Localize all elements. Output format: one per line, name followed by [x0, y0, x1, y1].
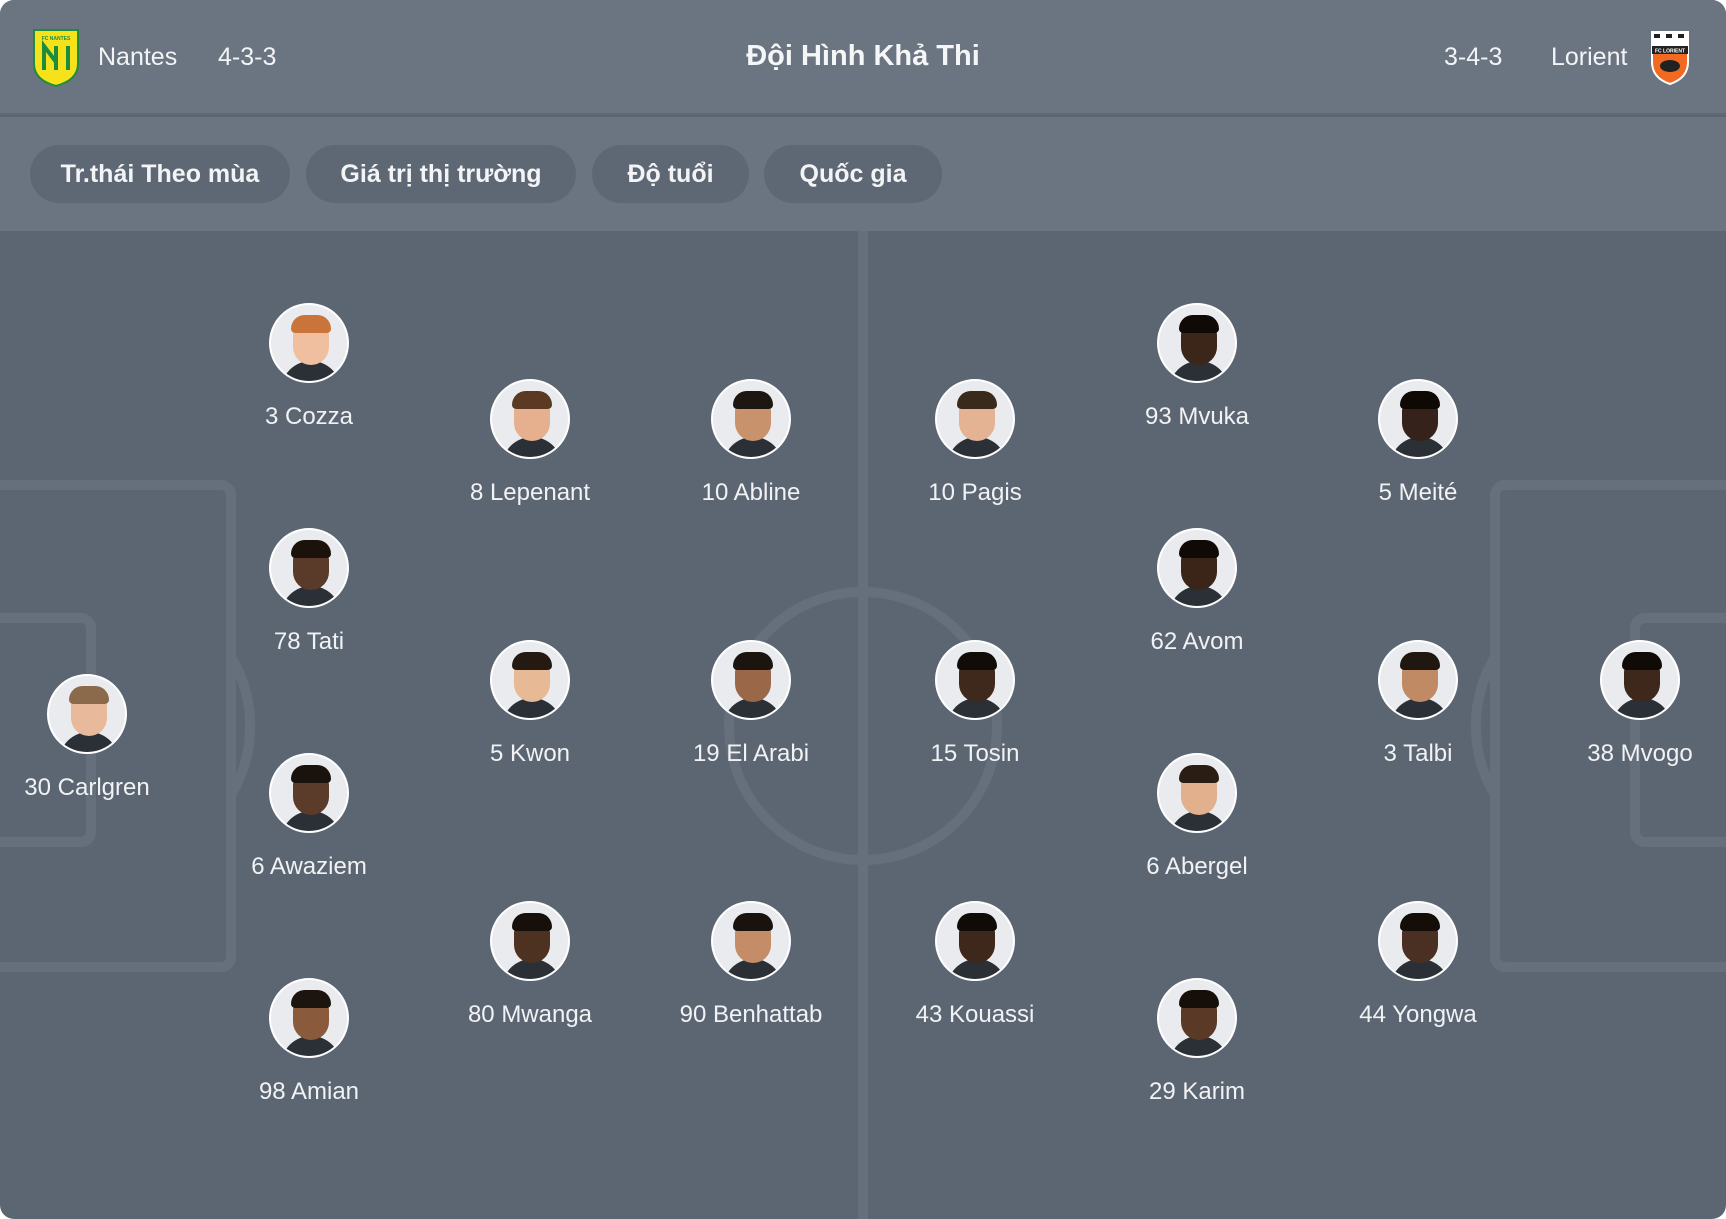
- player-11[interactable]: 10 Pagis: [875, 379, 1075, 507]
- player-label[interactable]: 6 Abergel: [1097, 853, 1297, 881]
- player-photo[interactable]: [935, 640, 1015, 720]
- player-photo[interactable]: [1378, 379, 1458, 459]
- pitch: 30 Carlgren 3 Cozza 78 Tati 6 Awaziem 98 Ami…: [0, 231, 1726, 1219]
- player-photo[interactable]: [269, 528, 349, 608]
- player-photo[interactable]: [1157, 978, 1237, 1058]
- player-21[interactable]: 38 Mvogo: [1540, 640, 1726, 768]
- player-label[interactable]: 62 Avom: [1097, 628, 1297, 656]
- player-10[interactable]: 90 Benhattab: [651, 901, 851, 1029]
- player-20[interactable]: 44 Yongwa: [1318, 901, 1518, 1029]
- player-15[interactable]: 62 Avom: [1097, 528, 1297, 656]
- player-0[interactable]: 30 Carlgren: [0, 674, 187, 802]
- home-formation: 4-3-3: [218, 43, 277, 71]
- player-photo[interactable]: [269, 753, 349, 833]
- player-13[interactable]: 43 Kouassi: [875, 901, 1075, 1029]
- player-label[interactable]: 44 Yongwa: [1318, 1001, 1518, 1029]
- player-photo[interactable]: [1157, 303, 1237, 383]
- player-photo[interactable]: [1157, 753, 1237, 833]
- player-label[interactable]: 93 Mvuka: [1097, 403, 1297, 431]
- player-photo[interactable]: [490, 901, 570, 981]
- player-19[interactable]: 3 Talbi: [1318, 640, 1518, 768]
- lineup-header: FC NANTES Nantes 4-3-3 Đội Hình Khả Thi …: [0, 0, 1726, 115]
- player-label[interactable]: 38 Mvogo: [1540, 740, 1726, 768]
- player-label[interactable]: 19 El Arabi: [651, 740, 851, 768]
- player-photo[interactable]: [490, 379, 570, 459]
- player-photo[interactable]: [1600, 640, 1680, 720]
- player-photo[interactable]: [47, 674, 127, 754]
- away-formation: 3-4-3: [1444, 43, 1503, 71]
- player-photo[interactable]: [269, 978, 349, 1058]
- player-label[interactable]: 98 Amian: [209, 1078, 409, 1106]
- player-label[interactable]: 5 Meité: [1318, 479, 1518, 507]
- player-photo[interactable]: [711, 379, 791, 459]
- player-photo[interactable]: [1157, 528, 1237, 608]
- player-label[interactable]: 29 Karim: [1097, 1078, 1297, 1106]
- player-8[interactable]: 10 Abline: [651, 379, 851, 507]
- player-photo[interactable]: [1378, 901, 1458, 981]
- tab-age[interactable]: Độ tuổi: [592, 145, 749, 203]
- home-team-name[interactable]: Nantes: [98, 43, 177, 72]
- lorient-crest-icon[interactable]: FC LORIENT: [1644, 28, 1696, 88]
- player-label[interactable]: 90 Benhattab: [651, 1001, 851, 1029]
- filter-tabs: Tr.thái Theo mùa Giá trị thị trường Độ t…: [0, 117, 1726, 231]
- player-label[interactable]: 3 Cozza: [209, 403, 409, 431]
- nantes-crest-icon[interactable]: FC NANTES: [30, 28, 82, 88]
- page-title: Đội Hình Khả Thi: [746, 40, 980, 72]
- tab-country[interactable]: Quốc gia: [764, 145, 942, 203]
- player-label[interactable]: 5 Kwon: [430, 740, 630, 768]
- player-1[interactable]: 3 Cozza: [209, 303, 409, 431]
- player-2[interactable]: 78 Tati: [209, 528, 409, 656]
- player-photo[interactable]: [711, 640, 791, 720]
- away-team-name[interactable]: Lorient: [1551, 43, 1627, 72]
- player-3[interactable]: 6 Awaziem: [209, 753, 409, 881]
- player-6[interactable]: 5 Kwon: [430, 640, 630, 768]
- player-5[interactable]: 8 Lepenant: [430, 379, 630, 507]
- lorient-crest-text: FC LORIENT: [1655, 49, 1685, 55]
- player-17[interactable]: 29 Karim: [1097, 978, 1297, 1106]
- player-label[interactable]: 15 Tosin: [875, 740, 1075, 768]
- player-label[interactable]: 10 Abline: [651, 479, 851, 507]
- player-7[interactable]: 80 Mwanga: [430, 901, 630, 1029]
- player-photo[interactable]: [935, 901, 1015, 981]
- player-label[interactable]: 43 Kouassi: [875, 1001, 1075, 1029]
- player-label[interactable]: 8 Lepenant: [430, 479, 630, 507]
- player-4[interactable]: 98 Amian: [209, 978, 409, 1106]
- player-label[interactable]: 80 Mwanga: [430, 1001, 630, 1029]
- player-label[interactable]: 78 Tati: [209, 628, 409, 656]
- tab-season-status[interactable]: Tr.thái Theo mùa: [30, 145, 290, 203]
- lineup-card: FC NANTES Nantes 4-3-3 Đội Hình Khả Thi …: [0, 0, 1726, 1219]
- player-12[interactable]: 15 Tosin: [875, 640, 1075, 768]
- player-14[interactable]: 93 Mvuka: [1097, 303, 1297, 431]
- player-photo[interactable]: [1378, 640, 1458, 720]
- player-label[interactable]: 6 Awaziem: [209, 853, 409, 881]
- player-label[interactable]: 3 Talbi: [1318, 740, 1518, 768]
- player-18[interactable]: 5 Meité: [1318, 379, 1518, 507]
- player-photo[interactable]: [935, 379, 1015, 459]
- player-9[interactable]: 19 El Arabi: [651, 640, 851, 768]
- player-label[interactable]: 30 Carlgren: [0, 774, 187, 802]
- player-photo[interactable]: [711, 901, 791, 981]
- tab-market-value[interactable]: Giá trị thị trường: [306, 145, 576, 203]
- nantes-crest-text: FC NANTES: [42, 36, 71, 42]
- player-photo[interactable]: [269, 303, 349, 383]
- player-photo[interactable]: [490, 640, 570, 720]
- player-16[interactable]: 6 Abergel: [1097, 753, 1297, 881]
- player-label[interactable]: 10 Pagis: [875, 479, 1075, 507]
